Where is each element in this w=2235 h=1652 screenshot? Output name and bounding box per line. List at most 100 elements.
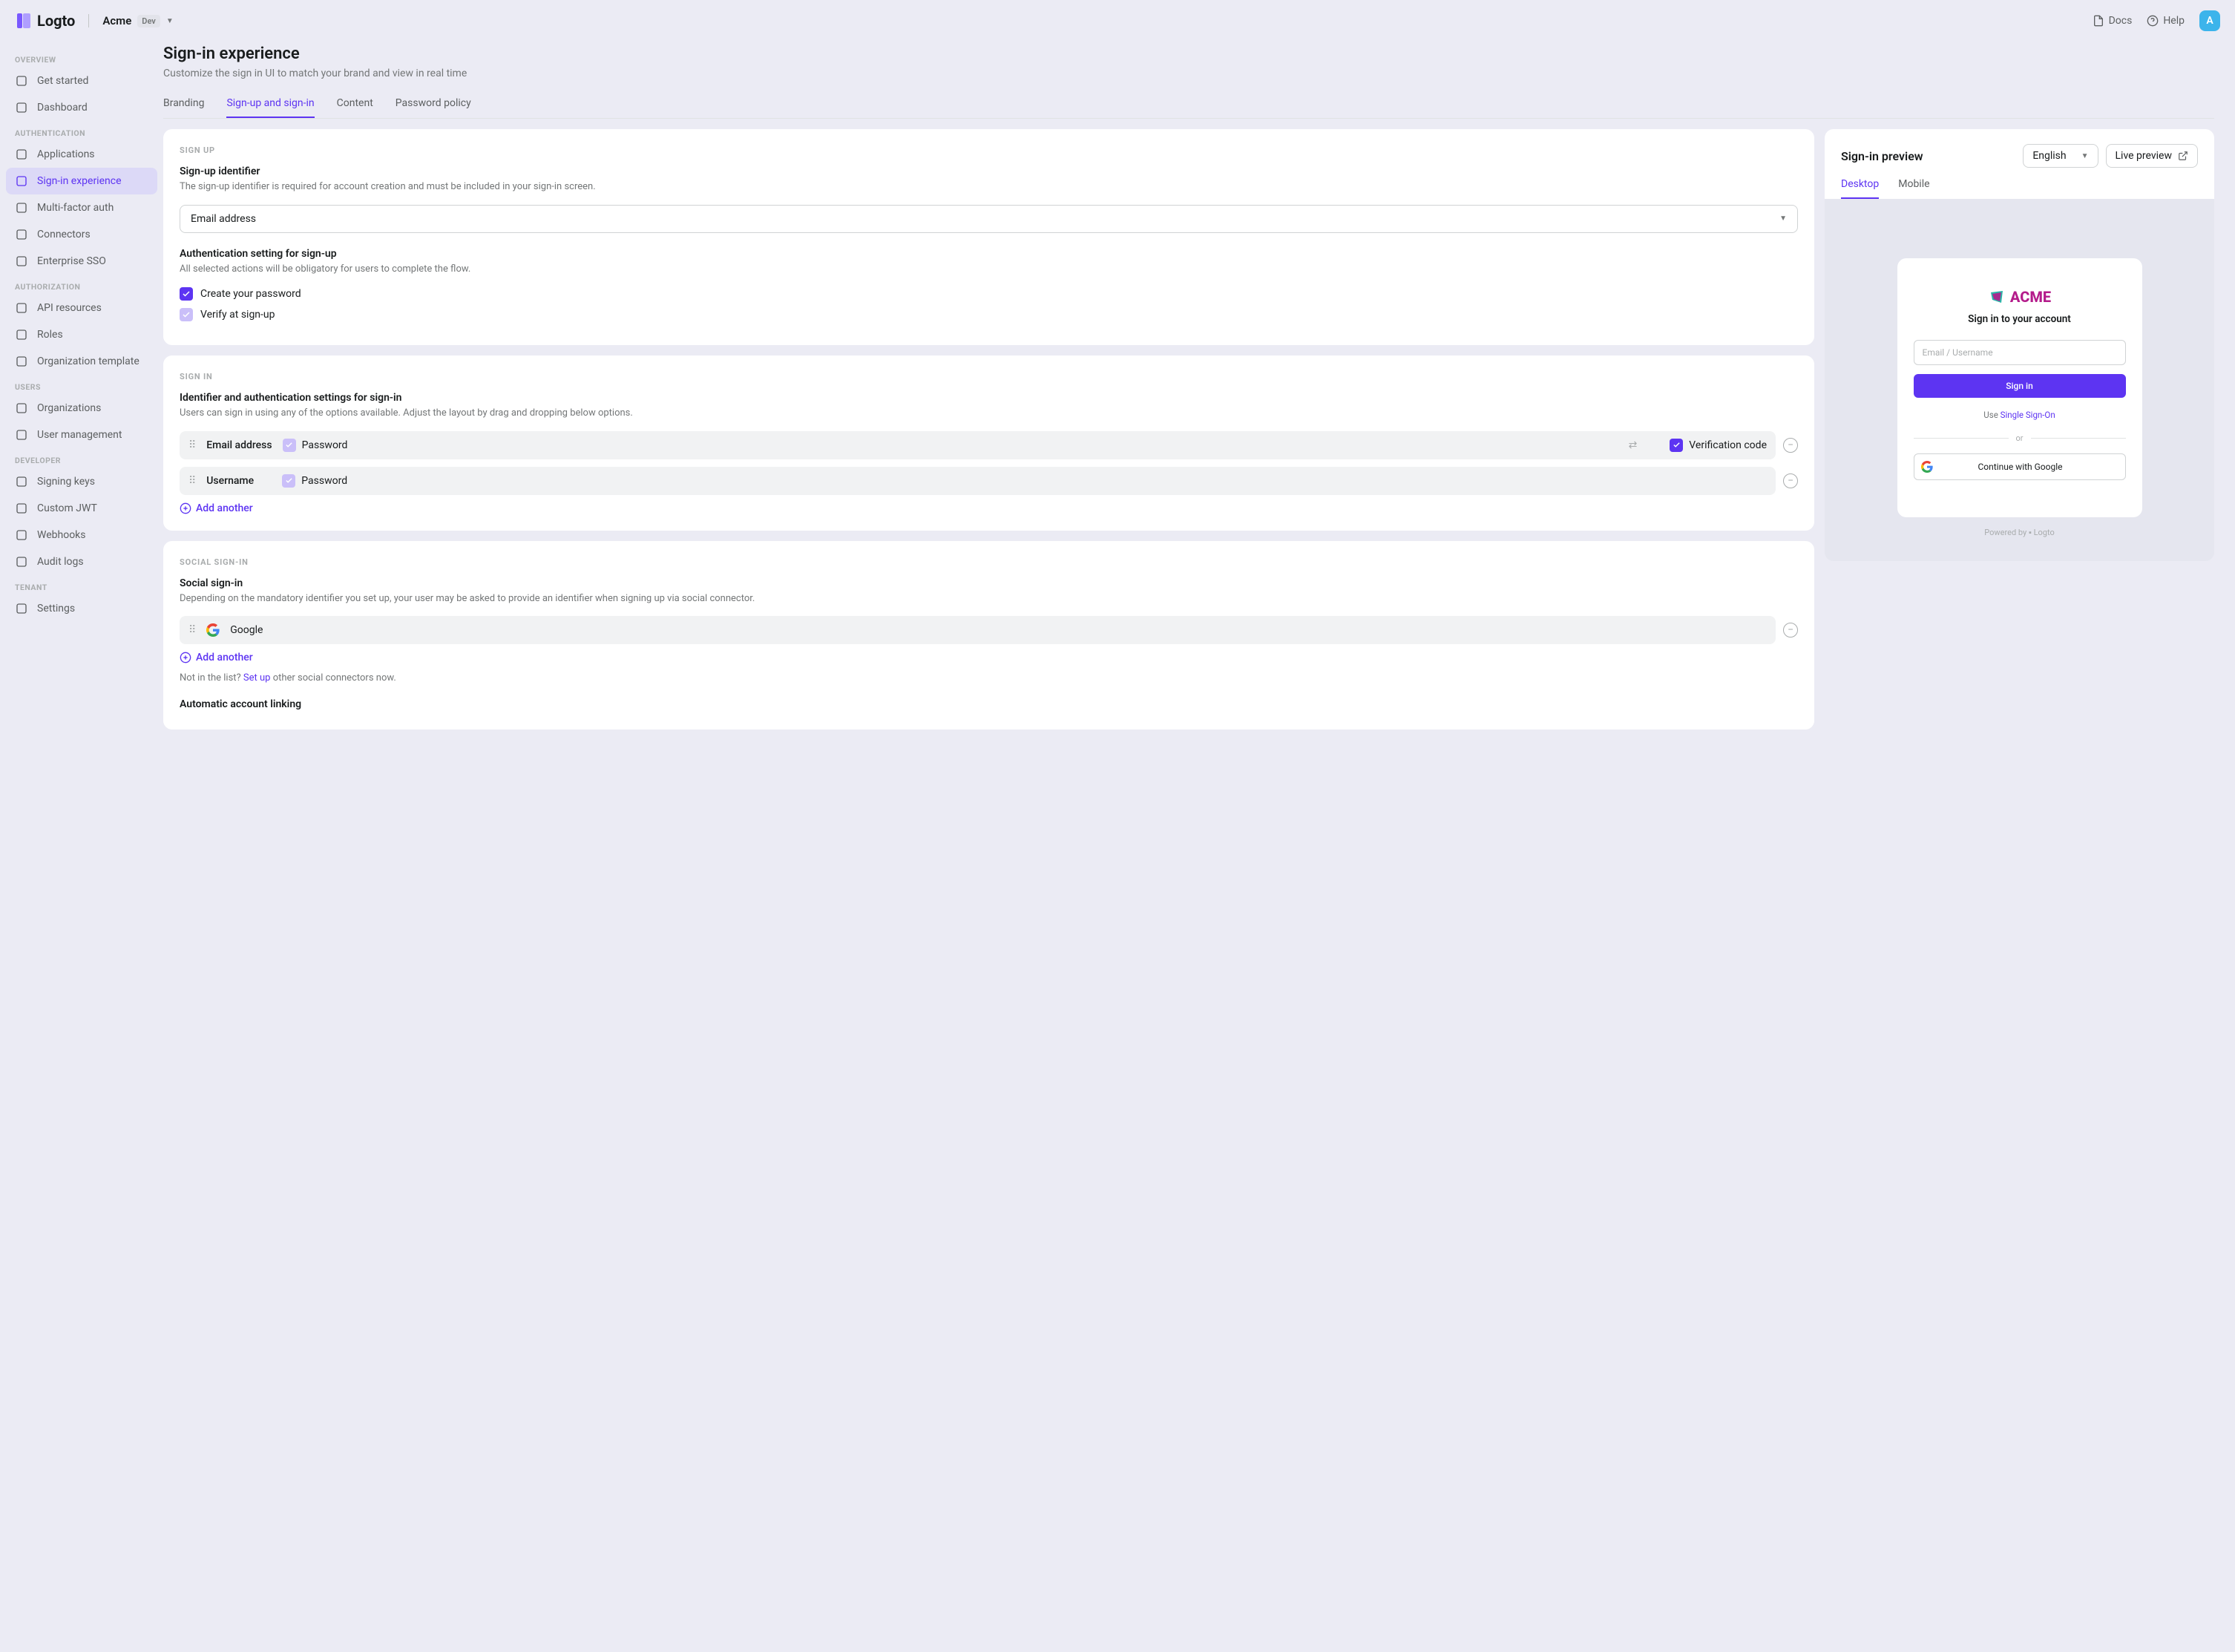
chevron-down-icon: ▼ [1779,214,1787,223]
plus-circle-icon [180,502,191,514]
sidebar-item-enterprise-sso[interactable]: Enterprise SSO [6,248,157,275]
signin-method-row[interactable]: ⠿Email addressPassword⇄Verification code [180,431,1776,459]
nav-label: Connectors [37,229,91,240]
help-icon [2147,15,2159,27]
language-select[interactable]: English ▼ [2023,144,2098,168]
sidebar-item-connectors[interactable]: Connectors [6,221,157,248]
sidebar-item-sign-in-experience[interactable]: Sign-in experience [6,168,157,194]
nav-label: Roles [37,329,63,341]
preview-signin-button[interactable]: Sign in [1914,374,2126,398]
tab-sign-up-and-sign-in[interactable]: Sign-up and sign-in [226,90,314,118]
nav-label: Multi-factor auth [37,202,114,214]
add-signin-method[interactable]: Add another [180,502,1798,514]
sso-link[interactable]: Single Sign-On [2001,410,2055,420]
nav-label: User management [37,429,122,441]
nav-group-label: AUTHENTICATION [6,121,157,141]
social-connector-row[interactable]: ⠿ Google [180,616,1776,644]
remove-button[interactable]: − [1783,473,1798,488]
remove-button[interactable]: − [1783,438,1798,453]
sidebar-item-settings[interactable]: Settings [6,595,157,622]
nav-label: API resources [37,302,102,314]
nav-label: Audit logs [37,556,84,568]
swap-icon[interactable]: ⇄ [1629,439,1638,451]
sidebar-item-webhooks[interactable]: Webhooks [6,522,157,548]
nav-group-label: AUTHORIZATION [6,275,157,295]
google-icon [206,623,220,637]
social-name: Google [230,624,263,636]
preview-heading: Sign in to your account [1914,313,2126,325]
drag-handle-icon[interactable]: ⠿ [188,475,196,487]
preview-sso-text: Use Single Sign-On [1914,410,2126,420]
identifier-label: Username [206,475,272,487]
field-help: The sign-up identifier is required for a… [180,180,1798,194]
sidebar: OVERVIEWGet startedDashboardAUTHENTICATI… [0,42,163,1652]
tab-content[interactable]: Content [337,90,373,118]
preview-email-input[interactable]: Email / Username [1914,340,2126,365]
not-in-list-text: Not in the list? Set up other social con… [180,672,1798,684]
sidebar-item-get-started[interactable]: Get started [6,68,157,94]
nav-label: Get started [37,75,88,87]
social-card: SOCIAL SIGN-IN Social sign-in Depending … [163,541,1814,730]
section-eyebrow: SIGN UP [180,145,1798,155]
sidebar-item-custom-jwt[interactable]: Custom JWT [6,495,157,522]
checkbox [283,439,296,452]
sidebar-item-applications[interactable]: Applications [6,141,157,168]
chevron-down-icon: ▼ [166,17,174,25]
live-preview-button[interactable]: Live preview [2106,144,2198,168]
sidebar-item-dashboard[interactable]: Dashboard [6,94,157,121]
checkbox[interactable] [1670,439,1683,452]
setup-link[interactable]: Set up [243,672,271,684]
sidebar-item-audit-logs[interactable]: Audit logs [6,548,157,575]
select-value: English [2032,150,2066,162]
add-social[interactable]: Add another [180,652,1798,663]
nav-label: Organizations [37,402,101,414]
drag-handle-icon[interactable]: ⠿ [188,439,196,451]
remove-button[interactable]: − [1783,623,1798,637]
preview-tab-mobile[interactable]: Mobile [1898,178,1929,199]
page-subtitle: Customize the sign in UI to match your b… [163,68,2214,79]
sidebar-item-organizations[interactable]: Organizations [6,395,157,422]
preview-google-button[interactable]: Continue with Google [1914,453,2126,480]
brand-name: Logto [37,12,75,30]
add-label: Add another [196,652,253,663]
divider [88,14,89,27]
checkbox[interactable] [180,287,193,301]
nav-label: Dashboard [37,102,88,114]
checkbox [180,308,193,321]
sidebar-item-api-resources[interactable]: API resources [6,295,157,321]
logto-logo-icon [15,12,33,30]
signup-identifier-select[interactable]: Email address ▼ [180,205,1798,233]
sidebar-item-roles[interactable]: Roles [6,321,157,348]
signin-method-row[interactable]: ⠿ Username Password [180,467,1776,495]
tenant-selector[interactable]: Acme Dev ▼ [102,14,173,27]
verification-label: Verification code [1689,439,1767,451]
signin-card: SIGN IN Identifier and authentication se… [163,355,1814,531]
tab-branding[interactable]: Branding [163,90,204,118]
sidebar-item-organization-template[interactable]: Organization template [6,348,157,375]
nav-label: Organization template [37,355,140,367]
sidebar-item-user-management[interactable]: User management [6,422,157,448]
logo[interactable]: Logto [15,12,75,30]
sidebar-item-signing-keys[interactable]: Signing keys [6,468,157,495]
checkbox-label: Verify at sign-up [200,309,275,321]
preview-title: Sign-in preview [1841,149,2015,163]
preview-brand: ACME [1988,288,2051,306]
docs-link[interactable]: Docs [2093,15,2133,27]
avatar[interactable]: A [2199,10,2220,31]
section-eyebrow: SIGN IN [180,372,1798,381]
checkbox [282,474,295,488]
page-title: Sign-in experience [163,45,2214,63]
preview-tab-desktop[interactable]: Desktop [1841,178,1879,199]
field-help: Depending on the mandatory identifier yo… [180,592,1798,606]
drag-handle-icon[interactable]: ⠿ [188,624,196,636]
password-label: Password [302,439,348,451]
nav-label: Sign-in experience [37,175,122,187]
nav-label: Applications [37,148,95,160]
powered-by: Powered by ▪ Logto [1984,528,2054,537]
help-link[interactable]: Help [2147,15,2185,27]
tab-password-policy[interactable]: Password policy [396,90,471,118]
plus-circle-icon [180,652,191,663]
sidebar-item-multi-factor-auth[interactable]: Multi-factor auth [6,194,157,221]
password-label: Password [301,475,347,487]
signup-card: SIGN UP Sign-up identifier The sign-up i… [163,129,1814,345]
